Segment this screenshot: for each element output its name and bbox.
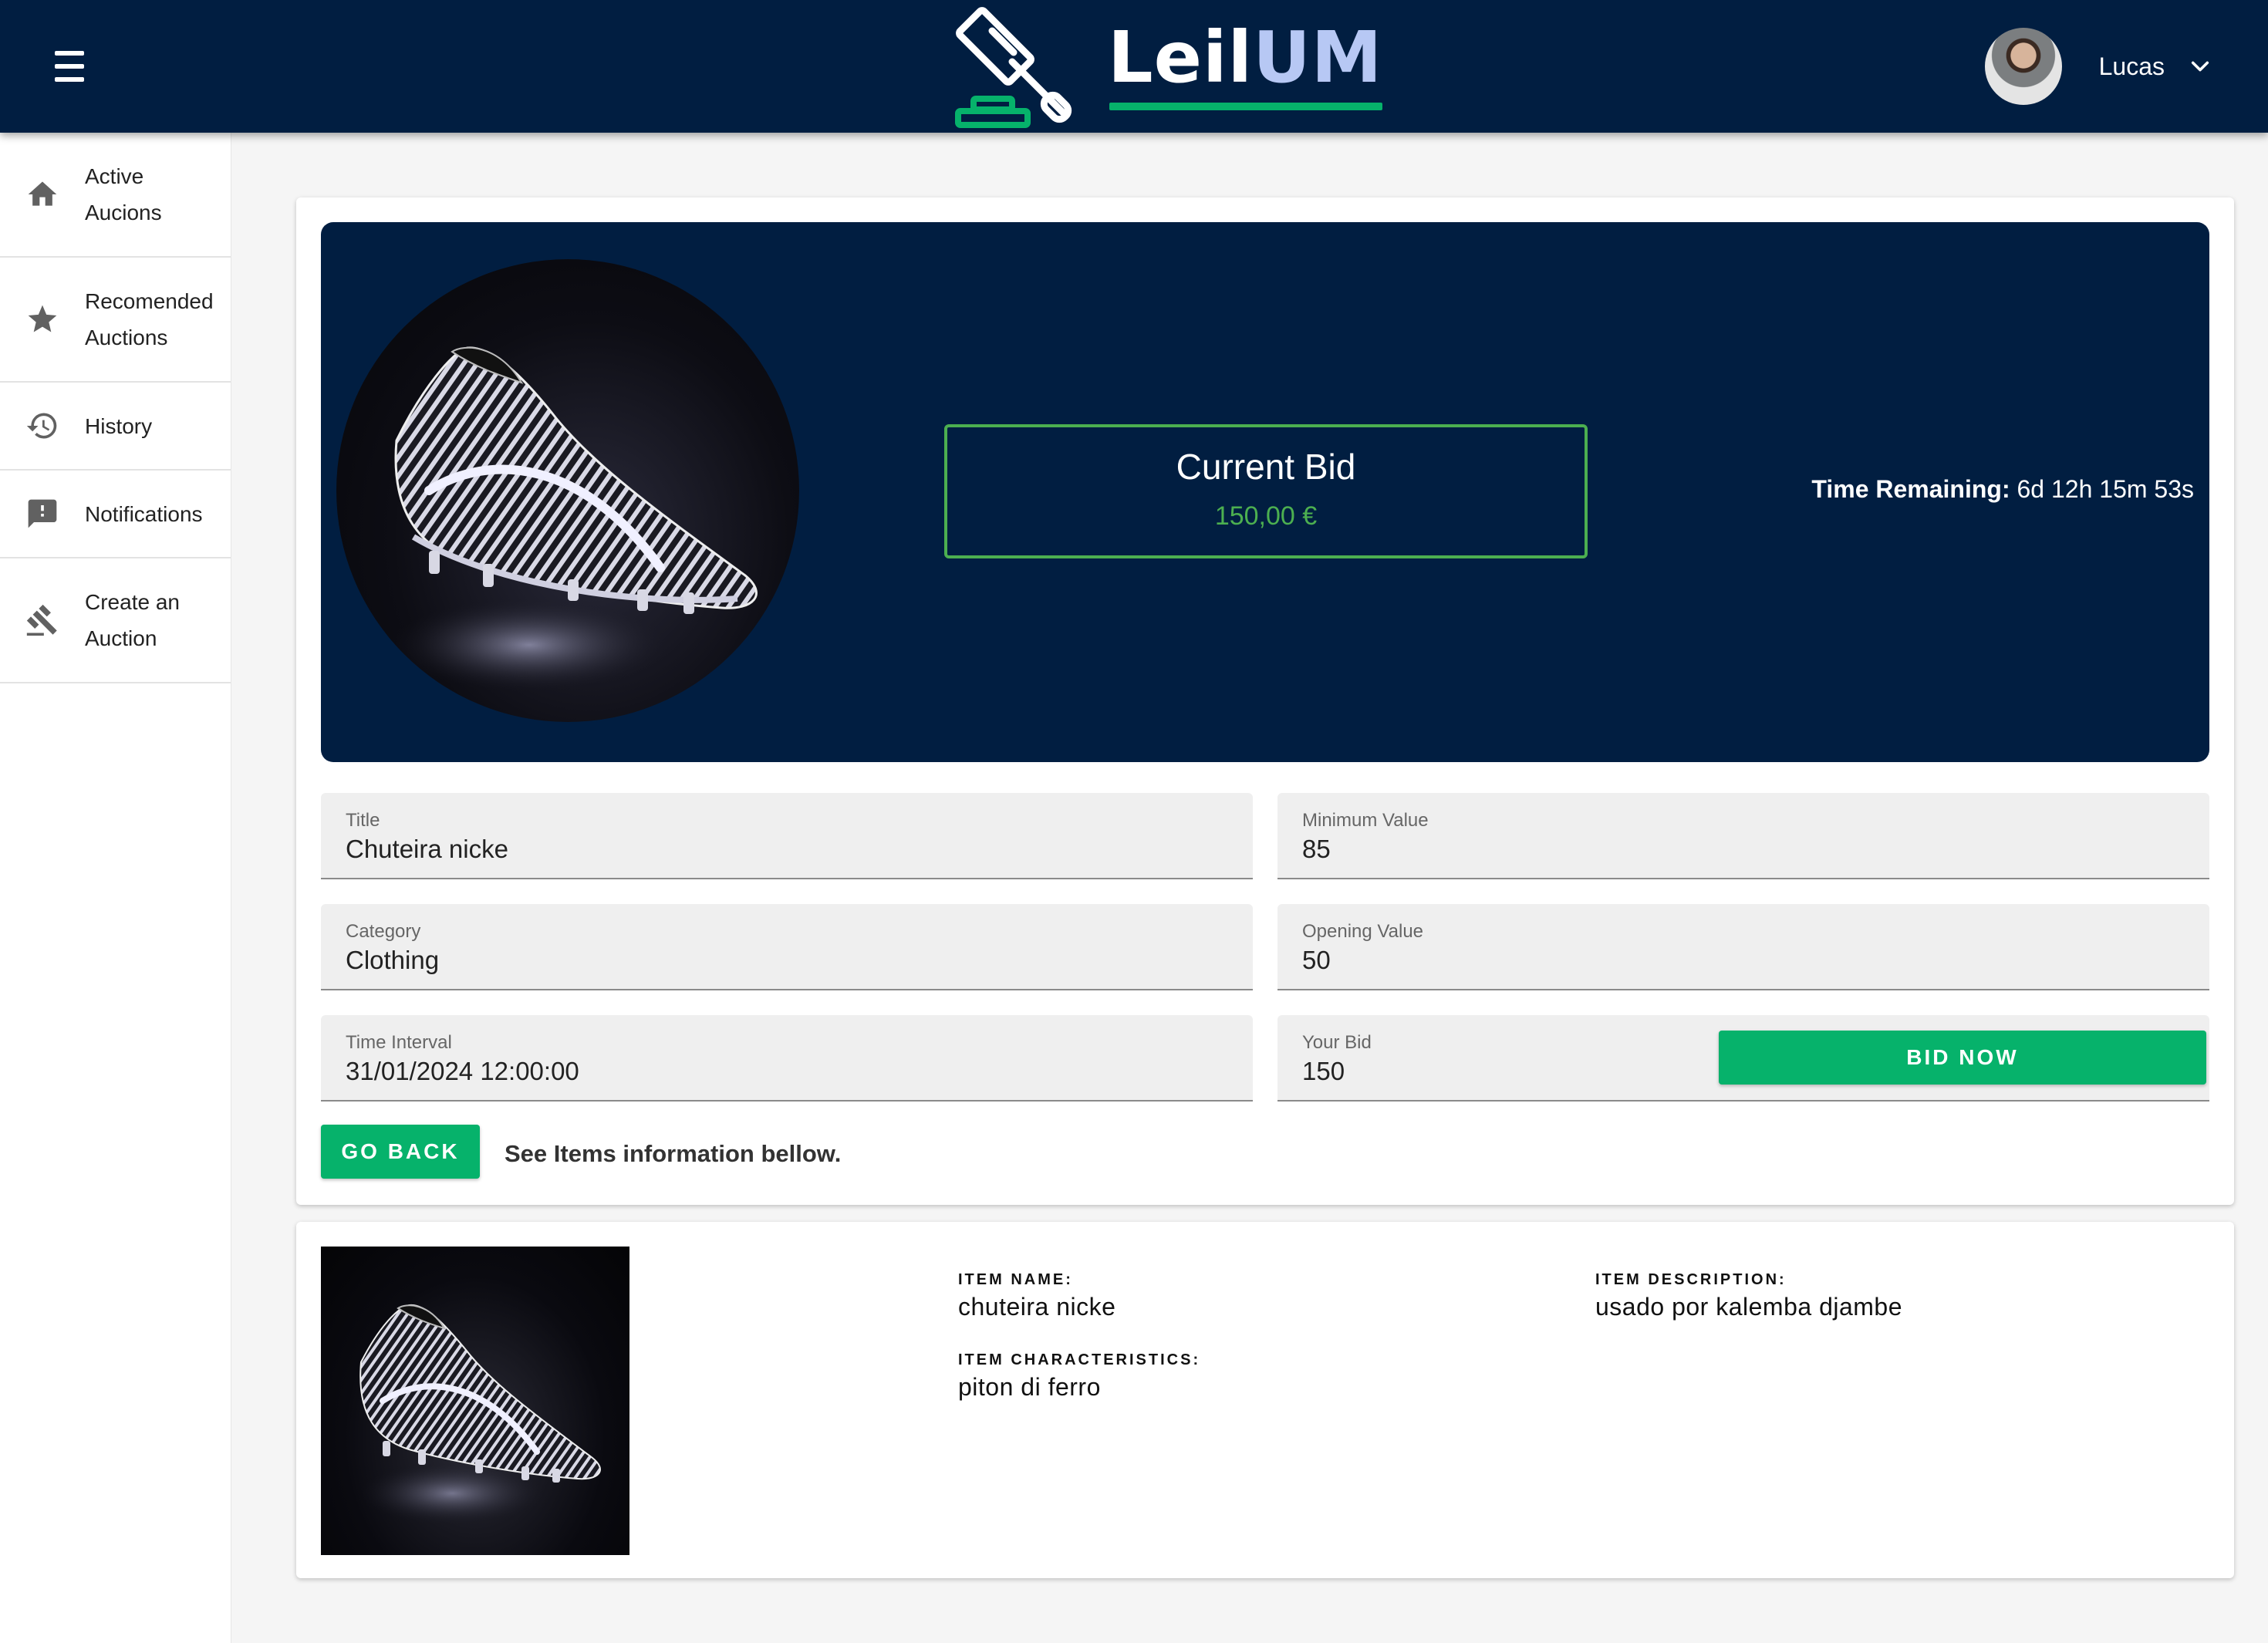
field-label: Category: [346, 921, 421, 942]
time-remaining-value: 6d 12h 15m 53s: [2017, 475, 2195, 503]
shoe-image: [390, 346, 758, 691]
sidebar-item-create-auction[interactable]: Create an Auction: [0, 558, 231, 683]
avatar[interactable]: [1984, 28, 2062, 105]
sidebar-item-active-auctions[interactable]: Active Aucions: [0, 133, 231, 258]
sidebar-item-label: Active Aucions: [85, 164, 162, 224]
category-field[interactable]: Category Clothing: [321, 904, 1253, 990]
star-icon: [28, 305, 57, 332]
sidebar-item-label: Notifications: [85, 501, 203, 526]
field-label: Minimum Value: [1302, 810, 1429, 831]
sidebar-item-notifications[interactable]: Notifications: [0, 471, 231, 558]
top-app-bar: LeilUM Lucas: [0, 0, 2268, 133]
auction-hero-banner: Current Bid 150,00 € Time Remaining: 6d …: [321, 222, 2209, 762]
field-value: 50: [1302, 946, 1331, 974]
sidebar: Active Aucions Recomended Auctions Histo…: [0, 133, 231, 1643]
item-info-card: ITEM NAME: chuteira nicke ITEM CHARACTER…: [296, 1222, 2234, 1578]
go-back-button[interactable]: GO BACK: [321, 1125, 480, 1179]
items-info-hint: See Items information bellow.: [505, 1140, 842, 1167]
item-image[interactable]: [321, 1247, 629, 1555]
field-label: Your Bid: [1302, 1032, 1372, 1053]
sidebar-item-label: History: [85, 413, 153, 438]
field-label: Title: [346, 810, 380, 831]
current-bid-value: 150,00 €: [1214, 501, 1318, 531]
sidebar-item-history[interactable]: History: [0, 383, 231, 471]
opening-value-field[interactable]: Opening Value 50: [1277, 904, 2209, 990]
brand-name: LeilUM: [1108, 22, 1383, 110]
field-label: Opening Value: [1302, 921, 1424, 942]
time-remaining-label: Time Remaining:: [1811, 475, 2010, 503]
auction-card: Current Bid 150,00 € Time Remaining: 6d …: [296, 197, 2234, 1205]
shoe-image: [359, 1304, 601, 1524]
sidebar-item-label: Create an Auction: [85, 590, 180, 650]
field-value: 31/01/2024 12:00:00: [346, 1057, 579, 1085]
field-label: Time Interval: [346, 1032, 452, 1053]
field-value: Clothing: [346, 946, 440, 974]
home-icon: [28, 181, 57, 206]
chevron-down-icon[interactable]: [2189, 56, 2211, 77]
current-bid-box: Current Bid 150,00 €: [944, 424, 1588, 558]
brand-name-leil: Leil: [1108, 16, 1254, 99]
sidebar-item-label: Recomended Auctions: [85, 289, 214, 349]
time-interval-field[interactable]: Time Interval 31/01/2024 12:00:00: [321, 1015, 1253, 1102]
item-image-round[interactable]: [336, 259, 799, 722]
current-bid-label: Current Bid: [1176, 447, 1356, 487]
user-name: Lucas: [2098, 52, 2165, 80]
time-remaining: Time Remaining: 6d 12h 15m 53s: [1811, 475, 2194, 504]
feedback-icon: [28, 499, 57, 528]
your-bid-input[interactable]: 150: [1302, 1057, 1345, 1086]
item-characteristics-value: piton di ferro: [958, 1373, 1101, 1401]
hamburger-menu-icon[interactable]: [48, 51, 91, 82]
title-field[interactable]: Title Chuteira nicke: [321, 793, 1253, 879]
brand-logo[interactable]: LeilUM: [947, 3, 1383, 130]
minimum-value-field[interactable]: Minimum Value 85: [1277, 793, 2209, 879]
field-value: Chuteira nicke: [346, 835, 508, 863]
gavel-icon: [955, 7, 1072, 128]
user-menu[interactable]: Lucas: [1984, 26, 2211, 106]
brand-underline: [1109, 103, 1383, 110]
item-name-label: ITEM NAME:: [958, 1271, 1073, 1288]
item-description-value: usado por kalemba djambe: [1595, 1293, 1903, 1321]
sidebar-item-recommended-auctions[interactable]: Recomended Auctions: [0, 258, 231, 383]
bid-now-button[interactable]: BID NOW: [1719, 1031, 2206, 1085]
brand-name-um: UM: [1253, 16, 1383, 99]
item-description-label: ITEM DESCRIPTION:: [1595, 1271, 1787, 1288]
history-icon: [26, 413, 57, 439]
item-name-value: chuteira nicke: [958, 1293, 1116, 1321]
gavel-icon: [26, 604, 57, 636]
item-characteristics-label: ITEM CHARACTERISTICS:: [958, 1351, 1201, 1368]
field-value: 85: [1302, 835, 1331, 863]
